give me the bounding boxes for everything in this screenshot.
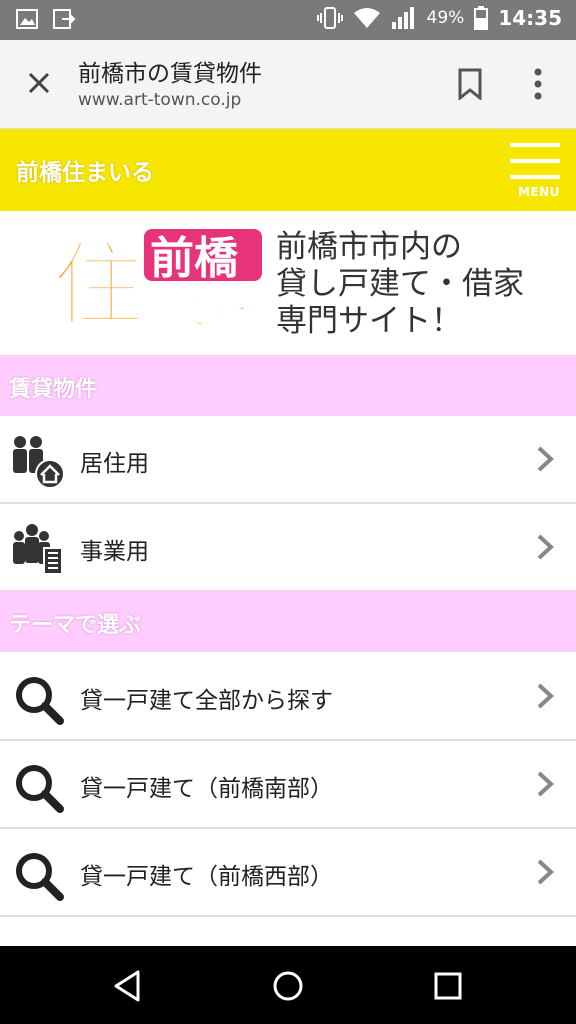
list-item-search-all[interactable]: 貸一戸建て全部から探す <box>0 653 576 741</box>
list-item-business[interactable]: 事業用 <box>0 504 576 592</box>
gallery-icon <box>16 9 38 29</box>
chevron-right-icon <box>537 771 554 797</box>
site-title[interactable]: 前橋住まいる <box>16 153 154 187</box>
menu-label: MENU <box>518 185 560 199</box>
more-vert-icon[interactable] <box>528 66 548 102</box>
battery-icon <box>474 6 489 30</box>
chevron-right-icon <box>537 683 554 709</box>
hamburger-bar <box>510 143 560 147</box>
cast-icon <box>53 9 76 29</box>
svg-text:前橋: 前橋 <box>150 233 238 284</box>
page-url: www.art-town.co.jp <box>78 90 242 110</box>
section-header-rentals: 賃貸物件 <box>0 355 576 416</box>
signal-icon <box>391 7 414 29</box>
bookmark-icon[interactable] <box>456 68 484 100</box>
svg-text:まいる: まいる <box>146 289 266 335</box>
page-title: 前橋市の賃貸物件 <box>78 61 262 87</box>
chevron-right-icon <box>537 534 554 560</box>
site-logo: 住 前橋 まいる <box>52 229 267 337</box>
banner-tagline: 前橋市市内の 貸し戸建て・借家 専門サイト！ <box>276 229 524 340</box>
section-title: 賃貸物件 <box>9 377 98 402</box>
list-item-label: 居住用 <box>80 451 149 477</box>
people-building-icon <box>13 524 63 575</box>
clock: 14:35 <box>498 6 562 30</box>
tagline-line: 専門サイト！ <box>276 303 462 339</box>
recents-icon[interactable] <box>430 968 466 1004</box>
search-icon <box>16 677 64 725</box>
banner[interactable]: 住 前橋 まいる 前橋市市内の 貸し戸建て・借家 専門サイト！ <box>0 211 576 355</box>
search-icon <box>16 765 64 813</box>
browser-toolbar: 前橋市の賃貸物件 www.art-town.co.jp <box>0 40 576 129</box>
list-item-label: 貸一戸建て（前橋西部） <box>80 864 333 890</box>
vibrate-icon <box>316 7 343 29</box>
wifi-icon <box>353 8 380 28</box>
section-header-themes: テーマで選ぶ <box>0 591 576 652</box>
svg-text:住: 住 <box>52 232 144 337</box>
list-item-search-west[interactable]: 貸一戸建て（前橋西部） <box>0 829 576 917</box>
people-home-icon <box>13 436 65 488</box>
menu-button[interactable]: MENU <box>508 141 562 203</box>
hamburger-bar <box>510 159 560 163</box>
list-item-label: 貸一戸建て（前橋南部） <box>80 776 333 802</box>
tagline-line: 貸し戸建て・借家 <box>276 266 524 302</box>
list-item-label: 事業用 <box>80 539 149 565</box>
list-item-residential[interactable]: 居住用 <box>0 416 576 504</box>
hamburger-bar <box>510 175 560 179</box>
section-title: テーマで選ぶ <box>9 613 142 638</box>
home-icon[interactable] <box>270 968 306 1004</box>
battery-percent: 49% <box>426 8 465 28</box>
list-item-search-south[interactable]: 貸一戸建て（前橋南部） <box>0 741 576 829</box>
chevron-right-icon <box>537 446 554 472</box>
site-header: 前橋住まいる MENU <box>0 129 576 211</box>
tagline-line: 前橋市市内の <box>276 229 462 265</box>
chevron-right-icon <box>537 859 554 885</box>
close-icon[interactable] <box>22 66 56 100</box>
search-icon <box>16 853 64 901</box>
list-item-label: 貸一戸建て全部から探す <box>80 688 333 714</box>
system-nav-bar <box>0 946 576 1024</box>
status-bar: 49% 14:35 <box>0 0 576 40</box>
back-icon[interactable] <box>110 968 146 1004</box>
